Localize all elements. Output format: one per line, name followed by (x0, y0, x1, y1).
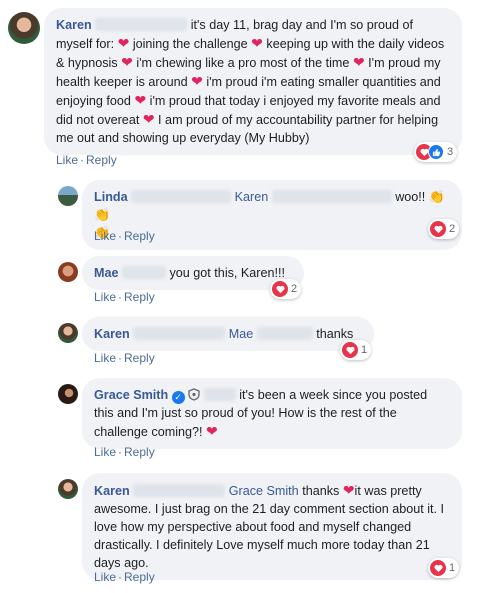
comment-text: joining the challenge (129, 37, 252, 51)
comment-author[interactable]: Grace Smith (94, 388, 168, 402)
reply-link[interactable]: Reply (124, 445, 155, 459)
reply-link[interactable]: Reply (124, 229, 155, 243)
heart-icon: ❤ (121, 54, 133, 70)
mention-link[interactable]: Grace Smith (229, 484, 299, 498)
reaction-count: 2 (449, 223, 456, 235)
separator: · (118, 570, 123, 584)
comment-actions: Like · Reply (94, 445, 155, 459)
separator: · (80, 153, 85, 167)
verified-badge-icon: ✓ (171, 391, 185, 404)
heart-icon (430, 560, 446, 576)
heart-icon: ❤ (134, 92, 147, 108)
heart-icon (430, 221, 446, 237)
reaction-count: 1 (449, 562, 456, 574)
separator: · (118, 290, 123, 304)
like-link[interactable]: Like (56, 153, 78, 167)
reply-link[interactable]: Reply (124, 570, 155, 584)
redacted-name (122, 266, 166, 279)
reaction-summary[interactable]: 2 (428, 219, 460, 239)
reply-link[interactable]: Reply (124, 290, 155, 304)
comment-text: thanks (298, 484, 343, 498)
redacted-name (271, 190, 392, 203)
comment-actions: Like · Reply (94, 290, 155, 304)
comment-author[interactable]: Karen (56, 18, 92, 32)
like-link[interactable]: Like (94, 351, 116, 365)
comment-text: you got this, Karen!!! (169, 266, 286, 280)
mention-link[interactable]: Mae (229, 327, 254, 341)
redacted-name (203, 388, 236, 401)
like-link[interactable]: Like (94, 290, 116, 304)
heart-icon: ❤ (342, 482, 355, 498)
reaction-count: 3 (447, 146, 454, 158)
comment-author[interactable]: Karen (94, 484, 130, 498)
comment-text: thanks (316, 327, 354, 341)
heart-icon: ❤ (352, 54, 365, 70)
redacted-name (133, 484, 226, 497)
separator: · (118, 351, 123, 365)
comment-bubble: Karen Grace Smith thanks ❤it was pretty … (82, 473, 462, 580)
reaction-summary[interactable]: 1 (340, 340, 372, 360)
redacted-name (131, 190, 232, 203)
mention-link[interactable]: Karen (235, 190, 269, 204)
avatar[interactable] (8, 12, 40, 44)
comment-actions: Like · Reply (56, 153, 117, 167)
comment-actions: Like · Reply (94, 570, 155, 584)
heart-icon (272, 281, 288, 297)
heart-icon: ❤ (206, 423, 218, 439)
redacted-name (256, 327, 313, 340)
separator: · (118, 445, 123, 459)
reaction-count: 2 (291, 283, 298, 295)
reply-link[interactable]: Reply (124, 351, 155, 365)
like-link[interactable]: Like (94, 570, 116, 584)
avatar[interactable] (58, 479, 78, 499)
shield-icon (188, 388, 200, 401)
comment-bubble: Karen Mae thanks (82, 317, 374, 351)
comment-author[interactable]: Linda (94, 190, 128, 204)
separator: · (118, 229, 123, 243)
comment-text: woo!! (395, 190, 429, 204)
comment-author[interactable]: Mae (94, 266, 119, 280)
avatar[interactable] (58, 186, 78, 206)
heart-icon (342, 342, 358, 358)
heart-icon: ❤ (191, 73, 203, 89)
comment-actions: Like · Reply (94, 351, 155, 365)
avatar[interactable] (58, 262, 78, 282)
comment-author[interactable]: Karen (94, 327, 130, 341)
heart-icon: ❤ (117, 35, 130, 51)
comment-actions: Like · Reply (94, 229, 155, 243)
reaction-summary[interactable]: 2 (270, 279, 302, 299)
heart-icon: ❤ (251, 35, 263, 51)
reaction-summary[interactable]: 1 (428, 558, 460, 578)
avatar[interactable] (58, 323, 78, 343)
comment-bubble: Grace Smith ✓ it's been a week since you… (82, 378, 462, 449)
redacted-name (133, 327, 226, 340)
comment-bubble: Karen it's day 11, brag day and I'm so p… (44, 8, 462, 155)
thumbs-up-icon (428, 144, 444, 160)
reaction-count: 1 (361, 344, 368, 356)
redacted-name (95, 18, 188, 31)
like-link[interactable]: Like (94, 229, 116, 243)
avatar[interactable] (58, 384, 78, 404)
like-link[interactable]: Like (94, 445, 116, 459)
reaction-summary[interactable]: 3 (414, 142, 458, 162)
heart-icon: ❤ (142, 111, 155, 127)
reply-link[interactable]: Reply (86, 153, 117, 167)
comment-text: i'm chewing like a pro most of the time (132, 56, 353, 70)
